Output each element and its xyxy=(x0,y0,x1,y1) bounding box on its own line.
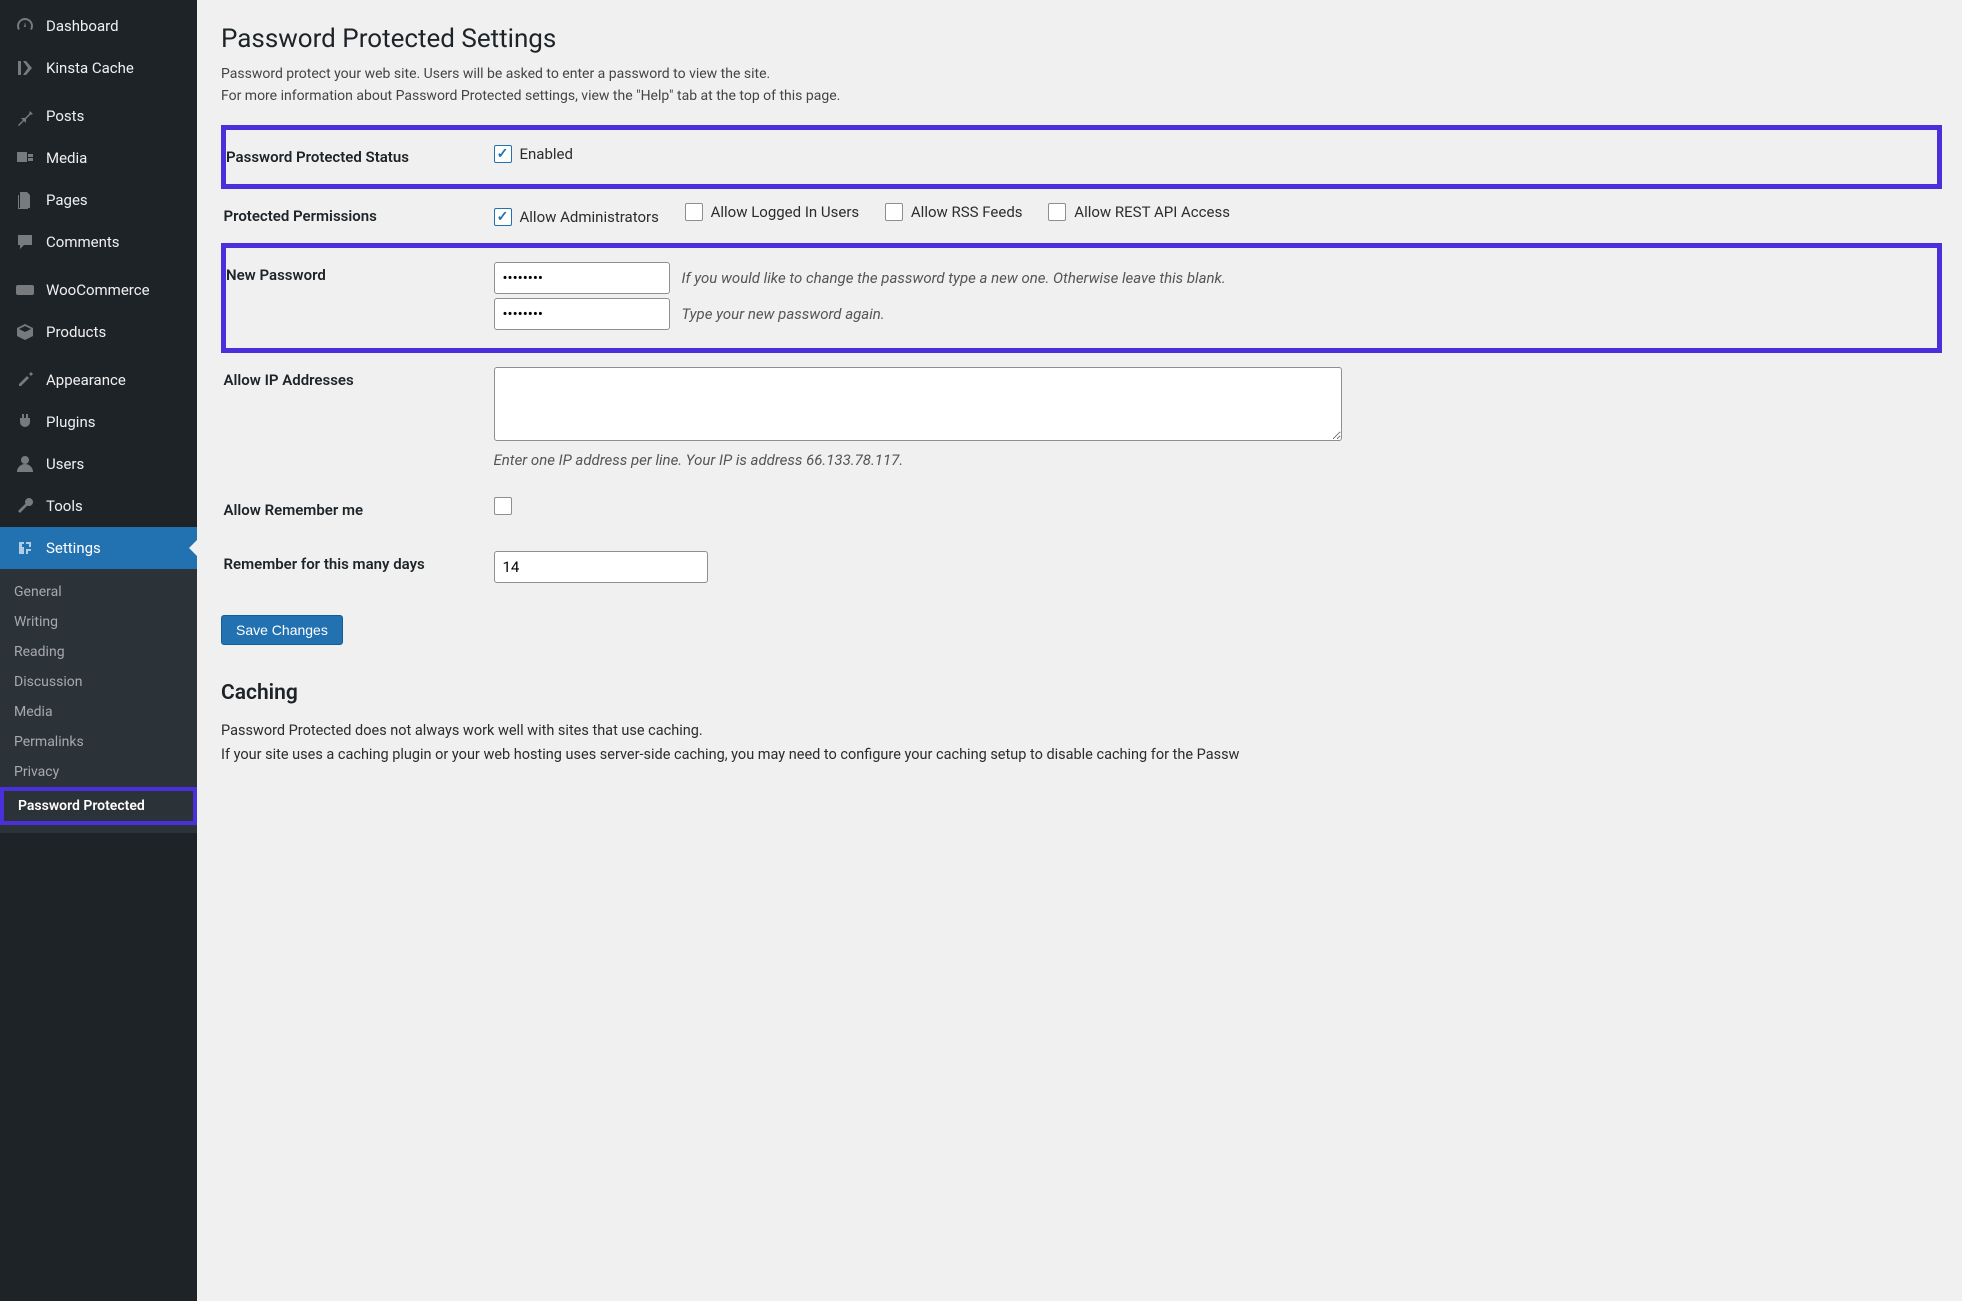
allow-remember-label: Allow Remember me xyxy=(224,483,494,537)
sidebar-item-label: Media xyxy=(46,149,87,167)
users-icon xyxy=(14,453,36,475)
new-password-label: New Password xyxy=(224,246,494,351)
sidebar-item-pages[interactable]: Pages xyxy=(0,179,197,221)
page-description: Password protect your web site. Users wi… xyxy=(221,64,1942,107)
kinsta-icon xyxy=(14,57,36,79)
new-password-row-highlight: New Password If you would like to change… xyxy=(224,246,1940,351)
allow-ip-label: Allow IP Addresses xyxy=(224,351,494,484)
new-password-input[interactable] xyxy=(494,262,670,294)
checkbox-icon xyxy=(494,208,512,226)
confirm-password-input[interactable] xyxy=(494,298,670,330)
comments-icon xyxy=(14,231,36,253)
sidebar-item-label: Dashboard xyxy=(46,17,119,35)
sidebar-item-label: Appearance xyxy=(46,371,126,389)
sidebar-item-users[interactable]: Users xyxy=(0,443,197,485)
sidebar-item-media[interactable]: Media xyxy=(0,137,197,179)
sidebar-item-label: Tools xyxy=(46,497,83,515)
remember-days-input[interactable] xyxy=(494,551,708,583)
settings-icon xyxy=(14,537,36,559)
products-icon xyxy=(14,321,36,343)
appearance-icon xyxy=(14,369,36,391)
submenu-item-permalinks[interactable]: Permalinks xyxy=(0,727,197,757)
submenu-item-privacy[interactable]: Privacy xyxy=(0,757,197,787)
sidebar-item-posts[interactable]: Posts xyxy=(0,95,197,137)
submenu-item-general[interactable]: General xyxy=(0,577,197,607)
allow-rest-checkbox[interactable]: Allow REST API Access xyxy=(1048,203,1230,221)
submenu-item-password-protected[interactable]: Password Protected xyxy=(0,787,197,825)
pages-icon xyxy=(14,189,36,211)
sidebar-item-label: Comments xyxy=(46,233,120,251)
submenu-item-reading[interactable]: Reading xyxy=(0,637,197,667)
sidebar-item-label: Pages xyxy=(46,191,88,209)
sidebar-item-comments[interactable]: Comments xyxy=(0,221,197,263)
allow-logged-in-checkbox[interactable]: Allow Logged In Users xyxy=(685,203,860,221)
settings-submenu: General Writing Reading Discussion Media… xyxy=(0,569,197,833)
woo-icon xyxy=(14,279,36,301)
sidebar-item-label: Posts xyxy=(46,107,84,125)
checkbox-icon xyxy=(494,145,512,163)
submenu-item-discussion[interactable]: Discussion xyxy=(0,667,197,697)
sidebar-item-products[interactable]: Products xyxy=(0,311,197,353)
sidebar-item-dashboard[interactable]: Dashboard xyxy=(0,5,197,47)
sidebar-item-tools[interactable]: Tools xyxy=(0,485,197,527)
page-title: Password Protected Settings xyxy=(221,10,1942,64)
checkbox-icon xyxy=(685,203,703,221)
status-label: Password Protected Status xyxy=(224,128,494,187)
sidebar-item-label: Users xyxy=(46,455,84,473)
sidebar-item-plugins[interactable]: Plugins xyxy=(0,401,197,443)
tools-icon xyxy=(14,495,36,517)
admin-sidebar: Dashboard Kinsta Cache Posts Media Pages… xyxy=(0,0,197,1301)
status-row-highlight: Password Protected Status Enabled xyxy=(224,128,1940,187)
plugins-icon xyxy=(14,411,36,433)
sidebar-item-label: Settings xyxy=(46,539,101,557)
allow-administrators-checkbox[interactable]: Allow Administrators xyxy=(494,208,659,226)
sidebar-item-settings[interactable]: Settings xyxy=(0,527,197,569)
caching-paragraph: Password Protected does not always work … xyxy=(221,719,1942,765)
caching-heading: Caching xyxy=(221,681,1942,705)
remember-days-label: Remember for this many days xyxy=(224,537,494,597)
allow-remember-checkbox[interactable] xyxy=(494,497,520,515)
allow-ip-description: Enter one IP address per line. Your IP i… xyxy=(494,451,1940,469)
dashboard-icon xyxy=(14,15,36,37)
sidebar-item-kinsta-cache[interactable]: Kinsta Cache xyxy=(0,47,197,89)
checkbox-icon xyxy=(1048,203,1066,221)
save-changes-button[interactable]: Save Changes xyxy=(221,615,343,645)
confirm-password-hint: Type your new password again. xyxy=(682,305,885,323)
submenu-item-media[interactable]: Media xyxy=(0,697,197,727)
permissions-label: Protected Permissions xyxy=(224,187,494,246)
new-password-hint: If you would like to change the password… xyxy=(682,269,1226,287)
sidebar-item-label: Products xyxy=(46,323,106,341)
sidebar-item-label: WooCommerce xyxy=(46,281,150,299)
pin-icon xyxy=(14,105,36,127)
sidebar-item-label: Kinsta Cache xyxy=(46,59,134,77)
sidebar-item-woocommerce[interactable]: WooCommerce xyxy=(0,269,197,311)
checkbox-icon xyxy=(494,497,512,515)
allow-rss-checkbox[interactable]: Allow RSS Feeds xyxy=(885,203,1023,221)
status-enabled-checkbox[interactable]: Enabled xyxy=(494,145,573,163)
media-icon xyxy=(14,147,36,169)
settings-page-body: Password Protected Settings Password pro… xyxy=(197,0,1962,1301)
sidebar-item-label: Plugins xyxy=(46,413,95,431)
checkbox-icon xyxy=(885,203,903,221)
sidebar-item-appearance[interactable]: Appearance xyxy=(0,359,197,401)
submenu-item-writing[interactable]: Writing xyxy=(0,607,197,637)
allow-ip-textarea[interactable] xyxy=(494,367,1342,441)
